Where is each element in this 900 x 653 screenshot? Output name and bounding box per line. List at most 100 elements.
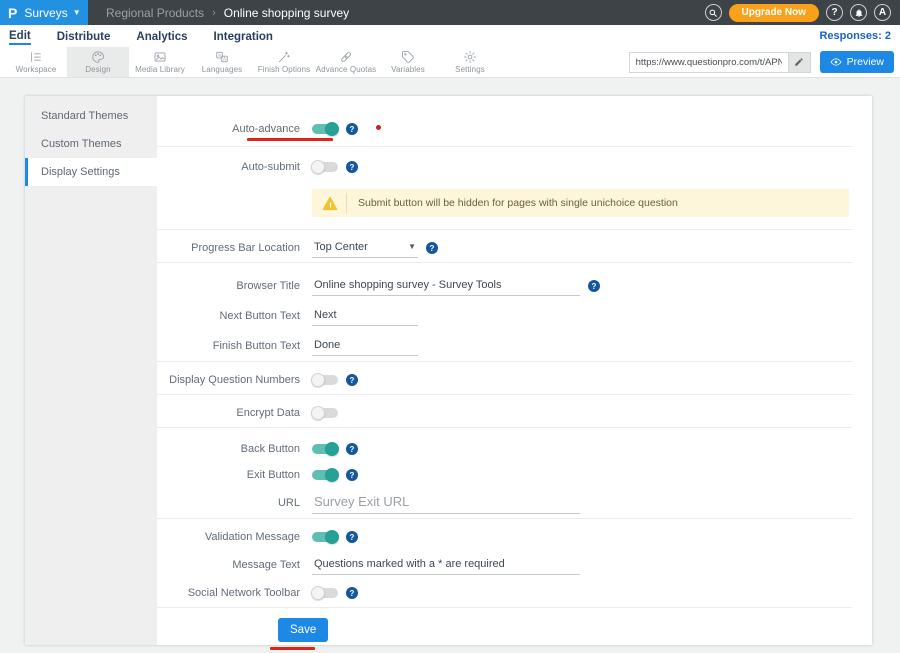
auto-advance-help-icon[interactable]: ? [346, 123, 358, 135]
display-question-numbers-help-icon[interactable]: ? [346, 374, 358, 386]
exit-button-help-icon[interactable]: ? [346, 469, 358, 481]
auto-advance-toggle[interactable] [312, 124, 338, 134]
exit-button-label: Exit Button [157, 469, 300, 481]
svg-text:a: a [218, 53, 221, 58]
survey-url-group [629, 52, 811, 73]
survey-tabs: Edit Distribute Analytics Integration Re… [0, 25, 900, 47]
design-toolbar: Workspace Design Media Library aA Langua… [0, 47, 900, 78]
exit-url-row: URL [157, 488, 852, 518]
exit-button-row: Exit Button ? [157, 462, 852, 488]
encrypt-data-row: Encrypt Data [157, 399, 852, 427]
palette-icon [91, 50, 105, 64]
back-button-row: Back Button ? [157, 436, 852, 462]
back-button-help-icon[interactable]: ? [346, 443, 358, 455]
account-avatar[interactable]: A [874, 4, 891, 21]
social-network-toolbar-row: Social Network Toolbar ? [157, 579, 852, 607]
tab-integration[interactable]: Integration [214, 29, 273, 44]
tab-edit[interactable]: Edit [9, 28, 31, 45]
divider [157, 427, 852, 428]
topbar-actions: Upgrade Now ? A [705, 4, 900, 22]
notifications-button[interactable] [850, 4, 867, 21]
toolbar-finish-options[interactable]: Finish Options [253, 47, 315, 77]
gear-icon [463, 50, 477, 64]
help-button[interactable]: ? [826, 4, 843, 21]
save-button[interactable]: Save [278, 618, 328, 642]
message-text-row: Message Text [157, 551, 852, 579]
social-network-toolbar-label: Social Network Toolbar [157, 587, 300, 599]
eye-icon [830, 56, 842, 68]
divider [157, 518, 852, 519]
exit-url-input[interactable] [312, 492, 580, 514]
chevron-down-icon: ▼ [73, 8, 81, 17]
preview-button[interactable]: Preview [820, 51, 894, 73]
divider [157, 262, 852, 263]
pencil-icon [794, 57, 804, 67]
workspace-icon [29, 50, 43, 64]
display-question-numbers-toggle[interactable] [312, 375, 338, 385]
browser-title-input[interactable] [312, 277, 580, 296]
toolbar-media-library[interactable]: Media Library [129, 47, 191, 77]
next-button-text-row: Next Button Text [157, 301, 852, 331]
finish-button-text-input[interactable] [312, 337, 418, 356]
validation-message-toggle[interactable] [312, 532, 338, 542]
image-icon [153, 50, 167, 64]
exit-button-toggle[interactable] [312, 470, 338, 480]
product-name: Surveys [24, 6, 67, 20]
toolbar-right: Preview [629, 47, 900, 77]
next-button-text-label: Next Button Text [157, 310, 300, 322]
display-question-numbers-row: Display Question Numbers ? [157, 366, 852, 394]
social-network-toolbar-toggle[interactable] [312, 588, 338, 598]
translate-icon: aA [215, 50, 229, 64]
divider [157, 146, 852, 147]
divider [157, 607, 852, 608]
auto-submit-toggle[interactable] [312, 162, 338, 172]
divider [157, 229, 852, 230]
breadcrumb: Regional Products › Online shopping surv… [106, 6, 349, 20]
display-settings-card: Standard Themes Custom Themes Display Se… [25, 96, 872, 645]
top-bar: P Surveys ▼ Regional Products › Online s… [0, 0, 900, 25]
surveys-menu[interactable]: P Surveys ▼ [0, 0, 88, 25]
breadcrumb-parent[interactable]: Regional Products [106, 6, 204, 20]
toolbar-settings[interactable]: Settings [439, 47, 501, 77]
browser-title-row: Browser Title ? [157, 271, 852, 301]
svg-text:A: A [223, 56, 226, 62]
edit-url-button[interactable] [788, 53, 810, 72]
search-button[interactable] [705, 4, 722, 21]
links-icon [339, 50, 353, 64]
divider [157, 394, 852, 395]
browser-title-label: Browser Title [157, 280, 300, 292]
validation-message-label: Validation Message [157, 531, 300, 543]
progress-bar-location-help-icon[interactable]: ? [426, 242, 438, 254]
toolbar-variables[interactable]: Variables [377, 47, 439, 77]
upgrade-now-button[interactable]: Upgrade Now [729, 4, 819, 22]
progress-bar-location-row: Progress Bar Location Top Center ▼ ? [157, 234, 852, 262]
validation-message-help-icon[interactable]: ? [346, 531, 358, 543]
survey-url-input[interactable] [630, 53, 788, 72]
social-network-toolbar-help-icon[interactable]: ? [346, 587, 358, 599]
exit-url-label: URL [157, 497, 300, 509]
themes-sidebar: Standard Themes Custom Themes Display Se… [25, 96, 157, 645]
auto-submit-help-icon[interactable]: ? [346, 161, 358, 173]
finish-button-text-label: Finish Button Text [157, 340, 300, 352]
sidebar-item-custom-themes[interactable]: Custom Themes [25, 130, 157, 158]
toolbar-advance-quotas[interactable]: Advance Quotas [315, 47, 377, 77]
encrypt-data-toggle[interactable] [312, 408, 338, 418]
sidebar-item-display-settings[interactable]: Display Settings [25, 158, 157, 186]
back-button-toggle[interactable] [312, 444, 338, 454]
next-button-text-input[interactable] [312, 307, 418, 326]
tab-analytics[interactable]: Analytics [136, 29, 187, 44]
main-area: Standard Themes Custom Themes Display Se… [0, 96, 900, 653]
toolbar-workspace[interactable]: Workspace [5, 47, 67, 77]
sidebar-item-standard-themes[interactable]: Standard Themes [25, 102, 157, 130]
toolbar-design[interactable]: Design [67, 47, 129, 77]
progress-bar-location-select[interactable]: Top Center ▼ [312, 239, 418, 258]
message-text-input[interactable] [312, 556, 580, 575]
browser-title-help-icon[interactable]: ? [588, 280, 600, 292]
auto-advance-label: Auto-advance [157, 123, 300, 135]
toolbar-languages[interactable]: aA Languages [191, 47, 253, 77]
encrypt-data-label: Encrypt Data [157, 407, 300, 419]
responses-count[interactable]: Responses: 2 [819, 30, 891, 42]
tab-distribute[interactable]: Distribute [57, 29, 111, 44]
chevron-down-icon: ▼ [408, 242, 416, 251]
display-question-numbers-label: Display Question Numbers [157, 374, 300, 386]
